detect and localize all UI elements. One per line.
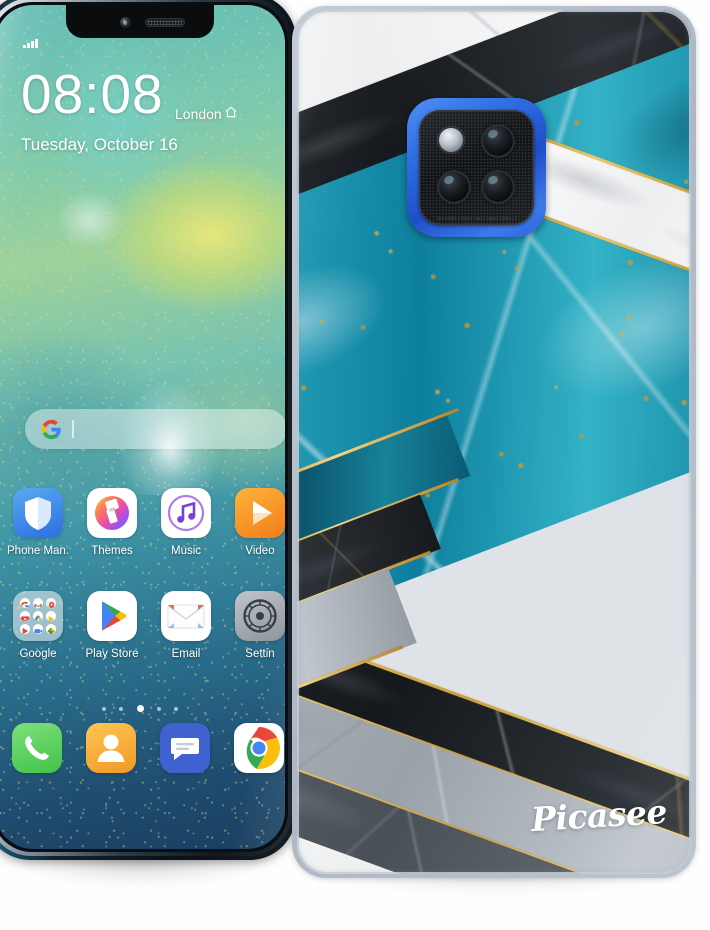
chat-bubble-icon	[160, 723, 210, 773]
app-play-store[interactable]: Play Store	[81, 591, 143, 660]
app-label: Settin	[245, 648, 275, 660]
app-email[interactable]: Email	[155, 591, 217, 660]
app-row-2: Google Play Store Email Settin	[0, 591, 285, 694]
camera-lens-bottom-right	[481, 170, 515, 204]
home-icon	[225, 106, 237, 118]
lockscreen-clock: 08:08	[21, 63, 164, 125]
dock-item-phone[interactable]	[12, 723, 64, 773]
app-phone-manager[interactable]: Phone Man..	[7, 488, 69, 557]
app-themes[interactable]: Themes	[81, 488, 143, 557]
lockscreen-date: Tuesday, October 16	[21, 135, 178, 154]
camera-lens-top-right	[481, 124, 515, 158]
search-divider	[72, 420, 74, 438]
case-pattern-area: Picasee	[297, 10, 691, 874]
display-notch	[66, 5, 214, 38]
signal-bars-icon	[23, 39, 38, 48]
app-label: Email	[171, 648, 201, 660]
front-camera-icon	[120, 17, 131, 28]
app-label: Themes	[91, 545, 133, 557]
app-grid: Phone Man.. Themes Music Video Google Pl…	[0, 488, 285, 694]
app-label: Google	[19, 648, 57, 660]
app-music[interactable]: Music	[155, 488, 217, 557]
google-search-bar[interactable]	[25, 409, 285, 449]
dock-item-chrome[interactable]	[234, 723, 285, 773]
play-store-icon	[87, 591, 137, 641]
envelope-icon	[161, 591, 211, 641]
app-settings[interactable]: Settin	[229, 591, 285, 660]
led-flash-icon	[437, 126, 465, 154]
phone-screen[interactable]: 08:08 London Tuesday, October 16 Phone M…	[0, 5, 285, 849]
app-google-folder[interactable]: Google	[7, 591, 69, 660]
chrome-icon	[234, 723, 284, 773]
google-g-icon	[41, 419, 61, 440]
camera-cutout-module	[407, 98, 546, 237]
product-photo-scene: 08:08 London Tuesday, October 16 Phone M…	[0, 0, 710, 930]
dock-item-contacts[interactable]	[86, 723, 138, 773]
app-label: Video	[245, 545, 275, 557]
app-label: Music	[170, 545, 202, 557]
app-video[interactable]: Video	[229, 488, 285, 557]
wallpaper-highlight-2	[55, 190, 125, 250]
page-dot[interactable]	[101, 706, 106, 711]
brand-watermark: Picasee	[529, 791, 668, 840]
google-folder-icon	[13, 591, 63, 641]
camera-lens-bottom-left	[437, 170, 471, 204]
gear-icon	[235, 591, 285, 641]
case-shell: Picasee	[292, 6, 696, 878]
page-dot[interactable]	[156, 706, 161, 711]
phone-case-product: Picasee	[292, 6, 700, 892]
page-dot-active[interactable]	[136, 705, 144, 713]
person-icon	[86, 723, 136, 773]
app-label: Phone Man..	[7, 545, 69, 557]
earpiece-speaker-icon	[145, 18, 185, 27]
phone-device: 08:08 London Tuesday, October 16 Phone M…	[0, 0, 302, 886]
dock-item-messages[interactable]	[160, 723, 212, 773]
phone-handset-icon	[12, 723, 62, 773]
paintbrush-icon	[87, 488, 137, 538]
shield-icon	[13, 488, 63, 538]
app-row-1: Phone Man.. Themes Music Video	[0, 488, 285, 591]
play-triangle-icon	[235, 488, 285, 538]
dock	[0, 723, 285, 793]
page-indicator-dots[interactable]	[0, 700, 285, 718]
camera-plate	[419, 110, 534, 225]
page-dot[interactable]	[119, 706, 124, 711]
music-note-icon	[161, 488, 211, 538]
camera-grille	[437, 217, 517, 220]
app-label: Play Store	[85, 648, 139, 660]
page-dot[interactable]	[174, 706, 179, 711]
phone-chassis: 08:08 London Tuesday, October 16 Phone M…	[0, 0, 296, 860]
lockscreen-city: London	[175, 106, 222, 122]
